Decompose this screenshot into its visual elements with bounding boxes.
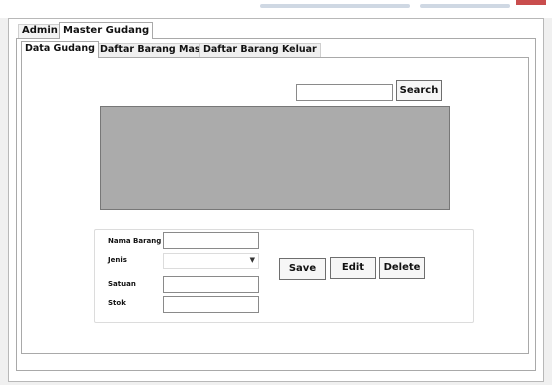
title-text-blurred xyxy=(260,4,410,8)
search-input[interactable] xyxy=(296,84,393,101)
tab-admin[interactable]: Admin xyxy=(18,24,62,38)
save-button[interactable]: Save xyxy=(279,258,326,280)
stok-label: Stok xyxy=(108,299,126,307)
jenis-label: Jenis xyxy=(108,256,127,264)
tab-daftar-barang-keluar[interactable]: Daftar Barang Keluar xyxy=(199,43,321,57)
edit-button[interactable]: Edit xyxy=(330,257,376,279)
delete-button[interactable]: Delete xyxy=(379,257,425,279)
tab-master-gudang[interactable]: Master Gudang xyxy=(59,22,154,39)
satuan-label: Satuan xyxy=(108,280,136,288)
data-grid[interactable] xyxy=(100,106,450,210)
chevron-down-icon[interactable]: ▼ xyxy=(250,256,255,264)
tab-data-gudang[interactable]: Data Gudang xyxy=(21,41,99,58)
search-button[interactable]: Search xyxy=(396,80,442,101)
stok-field[interactable] xyxy=(163,296,259,313)
satuan-field[interactable] xyxy=(163,276,259,293)
nama-barang-field[interactable] xyxy=(163,232,259,249)
jenis-dropdown[interactable]: ▼ xyxy=(163,253,259,269)
nama-barang-label: Nama Barang xyxy=(108,237,162,245)
close-icon[interactable] xyxy=(516,0,546,5)
title-text-blurred-2 xyxy=(420,4,510,8)
title-bar xyxy=(0,0,552,18)
